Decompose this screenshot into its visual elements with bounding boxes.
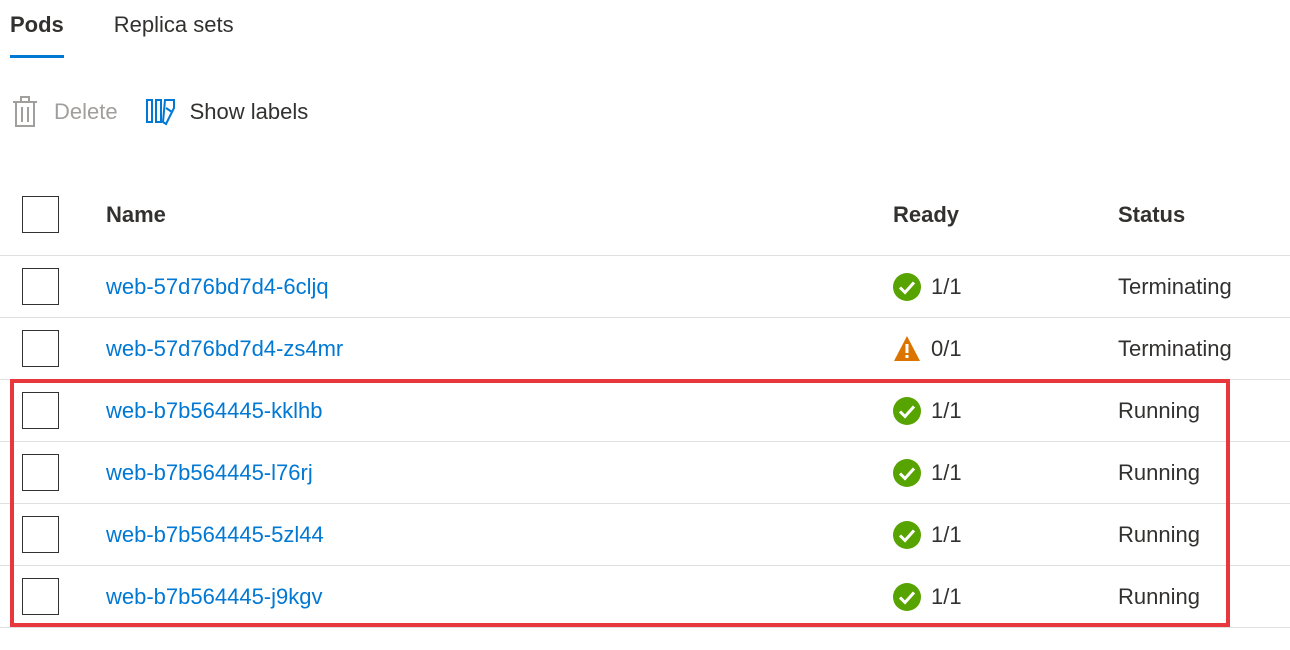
check-circle-icon	[893, 582, 921, 611]
ready-count: 1/1	[931, 397, 962, 423]
column-header-status[interactable]: Status	[1118, 174, 1185, 255]
select-all-cell	[22, 174, 59, 255]
tag-icon	[145, 96, 176, 128]
delete-label: Delete	[54, 99, 118, 124]
check-circle-icon	[893, 272, 921, 301]
ready-cell: 1/1	[893, 504, 962, 565]
pod-name-cell: web-b7b564445-l76rj	[106, 442, 313, 503]
ready-cell: 1/1	[893, 442, 962, 503]
pods-page: Pods Replica sets Delete Show labels Nam…	[0, 0, 1290, 650]
ready-count: 0/1	[931, 335, 962, 361]
table-row[interactable]: web-b7b564445-5zl44 1/1 Running	[0, 504, 1290, 566]
ready-count: 1/1	[931, 459, 962, 485]
table-row[interactable]: web-57d76bd7d4-zs4mr 0/1 Terminating	[0, 318, 1290, 380]
column-header-ready[interactable]: Ready	[893, 174, 959, 255]
pod-name-link[interactable]: web-57d76bd7d4-zs4mr	[106, 336, 343, 362]
pod-name-link[interactable]: web-57d76bd7d4-6cljq	[106, 274, 329, 300]
row-select-cell	[22, 442, 59, 503]
tab-pods-label: Pods	[10, 12, 64, 37]
row-select-cell	[22, 566, 59, 627]
pod-name-cell: web-b7b564445-kklhb	[106, 380, 323, 441]
pod-name-cell: web-57d76bd7d4-6cljq	[106, 256, 329, 317]
row-select-cell	[22, 380, 59, 441]
pods-table: Name Ready Status web-57d76bd7d4-6cljq 1…	[0, 174, 1290, 628]
check-circle-icon	[893, 520, 921, 549]
pod-name-cell: web-b7b564445-j9kgv	[106, 566, 323, 627]
ready-cell: 1/1	[893, 380, 962, 441]
delete-button[interactable]: Delete	[10, 96, 118, 128]
status-text: Running	[1118, 397, 1200, 423]
warning-icon	[893, 335, 921, 363]
row-select-cell	[22, 318, 59, 379]
show-labels-label: Show labels	[189, 99, 309, 124]
status-text: Running	[1118, 521, 1200, 547]
tab-pods[interactable]: Pods	[10, 0, 64, 58]
column-header-name[interactable]: Name	[106, 174, 166, 255]
row-checkbox[interactable]	[22, 578, 59, 615]
row-checkbox[interactable]	[22, 454, 59, 491]
row-select-cell	[22, 256, 59, 317]
ready-cell: 0/1	[893, 318, 962, 379]
row-checkbox[interactable]	[22, 330, 59, 367]
ready-count: 1/1	[931, 583, 962, 609]
table-row[interactable]: web-b7b564445-kklhb 1/1 Running	[0, 380, 1290, 442]
pod-name-cell: web-57d76bd7d4-zs4mr	[106, 318, 343, 379]
pod-name-link[interactable]: web-b7b564445-l76rj	[106, 460, 313, 486]
tab-selected-indicator	[10, 55, 64, 58]
ready-cell: 1/1	[893, 566, 962, 627]
check-circle-icon	[893, 458, 921, 487]
ready-count: 1/1	[931, 521, 962, 547]
trash-icon	[10, 96, 40, 128]
toolbar: Delete Show labels	[10, 90, 308, 134]
table-row[interactable]: web-b7b564445-j9kgv 1/1 Running	[0, 566, 1290, 628]
ready-cell: 1/1	[893, 256, 962, 317]
status-text: Running	[1118, 459, 1200, 485]
check-circle-icon	[893, 396, 921, 425]
status-text: Terminating	[1118, 273, 1232, 299]
select-all-checkbox[interactable]	[22, 196, 59, 233]
table-row[interactable]: web-b7b564445-l76rj 1/1 Running	[0, 442, 1290, 504]
row-checkbox[interactable]	[22, 392, 59, 429]
table-header-row: Name Ready Status	[0, 174, 1290, 256]
pod-name-link[interactable]: web-b7b564445-5zl44	[106, 522, 324, 548]
row-checkbox[interactable]	[22, 516, 59, 553]
tab-replica-sets[interactable]: Replica sets	[114, 0, 234, 58]
tab-replica-sets-label: Replica sets	[113, 12, 234, 37]
status-text: Running	[1118, 583, 1200, 609]
pod-name-link[interactable]: web-b7b564445-j9kgv	[106, 584, 323, 610]
row-select-cell	[22, 504, 59, 565]
tab-bar: Pods Replica sets	[10, 0, 234, 60]
ready-count: 1/1	[931, 273, 962, 299]
show-labels-button[interactable]: Show labels	[145, 96, 309, 128]
status-text: Terminating	[1118, 335, 1232, 361]
row-checkbox[interactable]	[22, 268, 59, 305]
pod-name-link[interactable]: web-b7b564445-kklhb	[106, 398, 323, 424]
pod-name-cell: web-b7b564445-5zl44	[106, 504, 324, 565]
table-row[interactable]: web-57d76bd7d4-6cljq 1/1 Terminating	[0, 256, 1290, 318]
